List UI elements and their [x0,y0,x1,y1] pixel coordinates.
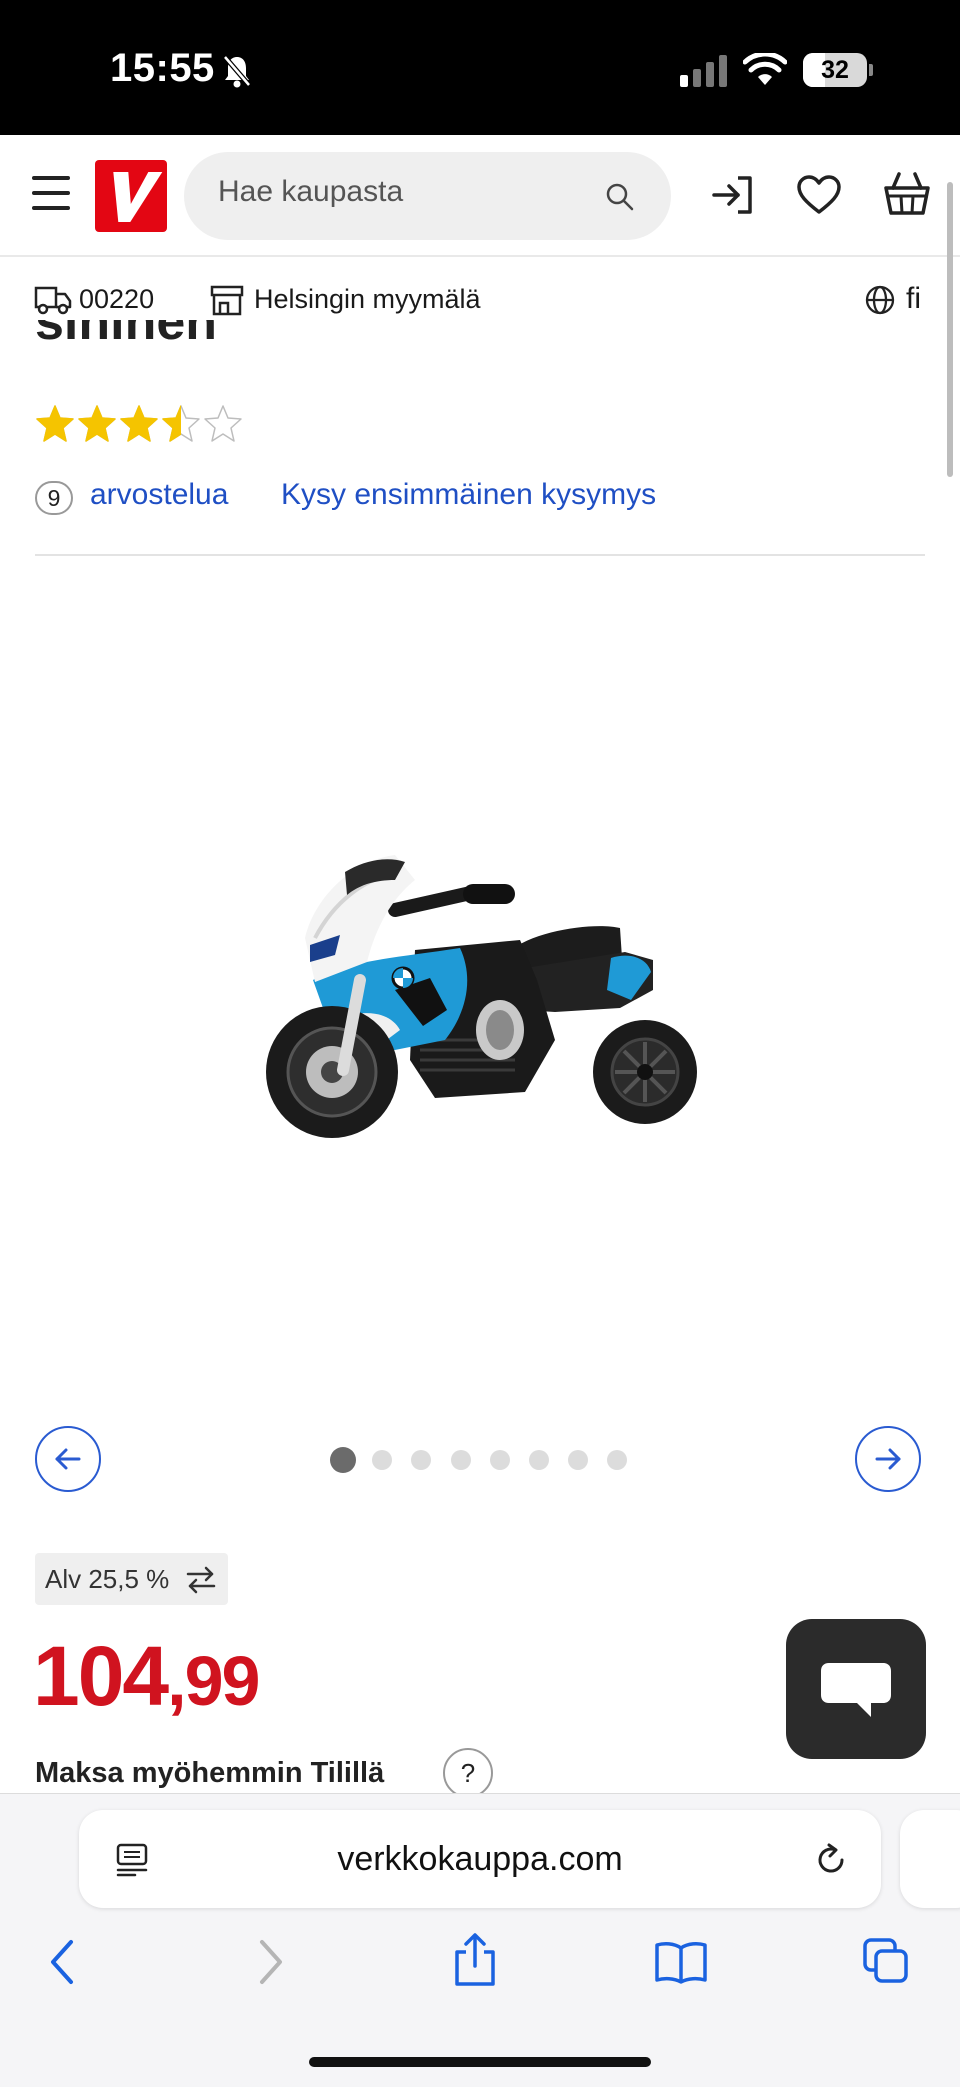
status-time: 15:55 [110,46,215,90]
swap-arrows-icon [186,1566,216,1594]
pay-later-help-button[interactable]: ? [443,1748,493,1798]
price-euros: 104 [33,1629,169,1723]
page-scrollbar[interactable] [947,182,953,477]
globe-icon[interactable] [864,284,896,316]
rating-star-icon [162,405,200,442]
search-input-placeholder[interactable]: Hae kaupasta [218,175,403,209]
chat-bubble-icon [821,1663,891,1717]
battery-level: 32 [821,56,849,84]
rating-stars[interactable] [35,404,250,446]
rating-star-icon [120,405,158,442]
logo-v-mark [113,172,163,222]
gallery-dot[interactable] [529,1450,549,1470]
review-count-badge: 9 [35,481,73,515]
silent-mode-icon [223,55,251,88]
postal-code-label[interactable]: 00220 [79,284,154,315]
gallery-dot[interactable] [489,1450,510,1470]
arrow-right-icon [875,1448,901,1470]
tabs-icon[interactable] [861,1936,911,1986]
store-name[interactable]: Helsingin myymälä [254,284,481,315]
battery-icon: 32 [803,53,867,87]
gallery-dot[interactable] [450,1450,471,1470]
home-indicator [309,2057,651,2067]
product-title-clip: sininen [35,320,635,372]
gallery-next-button[interactable] [855,1426,921,1492]
rating-star-icon [36,405,74,442]
product-image[interactable] [255,840,705,1160]
favorites-heart-icon[interactable] [796,174,842,216]
back-icon[interactable] [46,1938,78,1986]
search-icon[interactable] [604,181,636,213]
menu-icon[interactable] [30,172,72,214]
bookmarks-icon[interactable] [654,1940,708,1984]
shopping-basket-icon[interactable] [883,170,931,218]
forward-icon[interactable] [255,1938,287,1986]
divider [35,554,925,556]
price-cents: ,99 [167,1642,260,1720]
gallery-dot[interactable] [568,1450,589,1470]
gallery-dot[interactable] [372,1450,393,1470]
wifi-icon [743,53,787,85]
ios-status-bar: 15:55 32 [0,0,960,135]
arrow-left-icon [55,1448,81,1470]
store-icon[interactable] [209,284,245,316]
battery-cap [869,64,873,76]
gallery-dot[interactable] [411,1450,432,1470]
share-icon[interactable] [452,1932,498,1988]
product-price: 104,99 [33,1628,260,1725]
gallery-dot[interactable] [607,1450,628,1470]
rating-star-icon [204,405,242,442]
ask-question-link[interactable]: Kysy ensimmäinen kysymys [281,478,656,512]
product-title: sininen [35,320,218,351]
store-logo[interactable] [95,160,167,232]
vat-label: Alv 25,5 % [45,1564,170,1594]
cellular-signal-icon [680,55,727,87]
reviews-link[interactable]: arvostelua [90,478,228,512]
reload-icon[interactable] [814,1842,850,1878]
pay-later-label: Maksa myöhemmin Tilillä [35,1757,385,1789]
rating-star-icon [78,405,116,442]
vat-toggle[interactable]: Alv 25,5 % [35,1553,228,1605]
delivery-truck-icon[interactable] [34,285,72,315]
login-icon[interactable] [710,174,756,216]
chat-button[interactable] [786,1619,926,1759]
gallery-prev-button[interactable] [35,1426,101,1492]
language-code[interactable]: fi [906,282,921,316]
gallery-dot[interactable] [330,1447,356,1473]
